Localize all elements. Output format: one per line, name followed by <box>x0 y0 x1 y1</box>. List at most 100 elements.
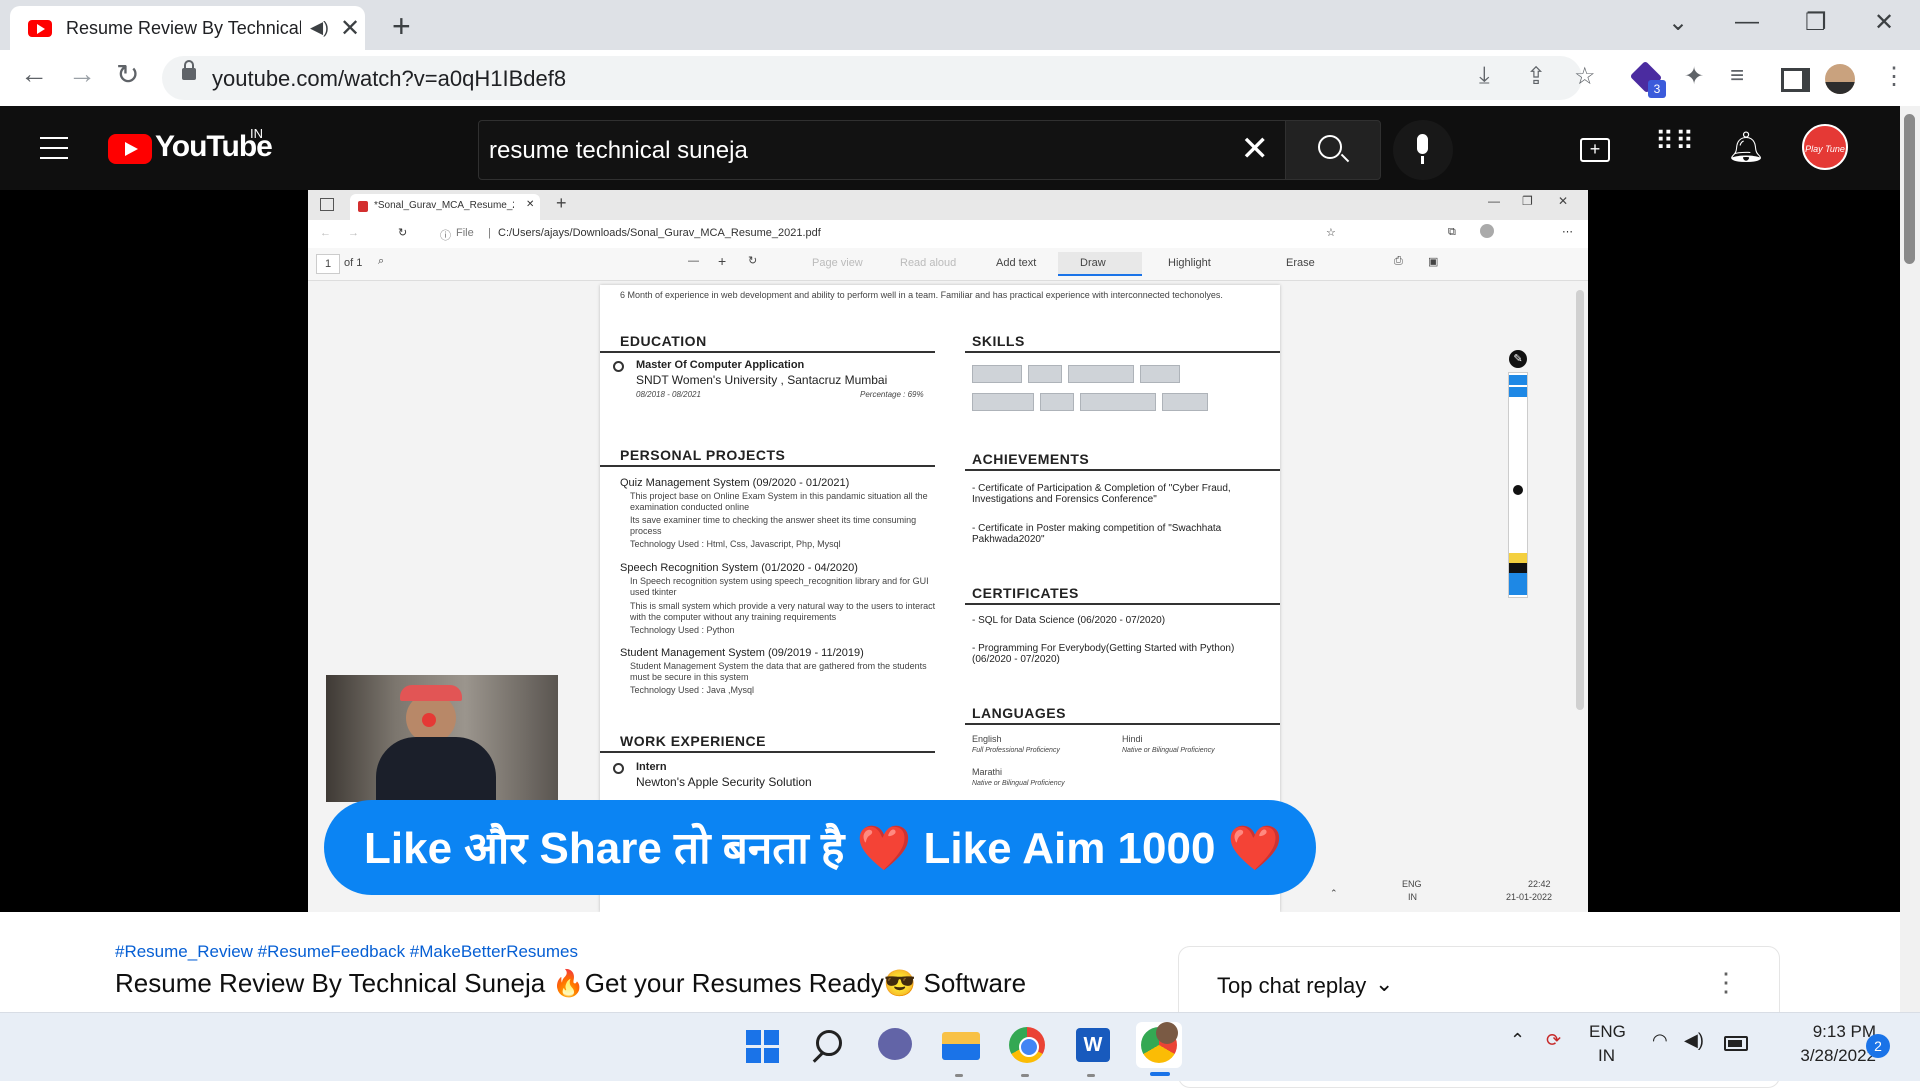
show-hidden-icons-chevron-icon[interactable]: ⌃ <box>1510 1030 1525 1051</box>
url-text: youtube.com/watch?v=a0qH1IBdef8 <box>212 66 567 91</box>
active-app-indicator <box>1150 1072 1170 1076</box>
info-icon: ⓘ <box>440 230 451 242</box>
back-arrow-icon[interactable]: ← <box>20 58 48 90</box>
page-scrollbar[interactable] <box>1900 106 1920 1012</box>
presenter-jacket <box>376 737 496 802</box>
install-app-icon[interactable]: ⤓ <box>1479 62 1490 90</box>
youtube-favicon-icon <box>28 20 52 37</box>
new-tab-icon[interactable]: + <box>392 8 411 45</box>
youtube-logo-icon[interactable] <box>108 134 152 164</box>
languages-heading: LANGUAGES <box>972 705 1066 721</box>
more-options-icon[interactable]: ⋮ <box>1713 967 1739 998</box>
restore-icon[interactable]: ❐ <box>1805 8 1827 37</box>
app-indicator <box>955 1074 963 1077</box>
reload-icon[interactable]: ↻ <box>116 58 139 91</box>
window-close-icon[interactable]: ✕ <box>1874 8 1894 37</box>
notification-badge[interactable]: 2 <box>1866 1034 1890 1058</box>
pen-tool-icon: ✎ <box>1509 350 1527 368</box>
hamburger-menu-icon[interactable] <box>40 137 68 159</box>
skills-heading: SKILLS <box>972 333 1025 349</box>
tab-close-icon[interactable]: ✕ <box>340 14 360 43</box>
voice-search-button[interactable] <box>1393 120 1453 180</box>
pdf-toolbar: 1 of 1 ⌕ — + ↻ Page view Read aloud Add … <box>308 248 1588 281</box>
search-button[interactable] <box>1285 120 1381 180</box>
word-taskbar-icon[interactable]: W <box>1070 1022 1116 1068</box>
draw-tools-panel <box>1508 372 1528 598</box>
video-title: Resume Review By Technical Suneja 🔥Get y… <box>115 968 1027 998</box>
puzzle-extensions-icon[interactable]: ✦ <box>1684 62 1704 91</box>
search-icon <box>1318 135 1342 159</box>
app-indicator <box>1021 1074 1029 1077</box>
work-heading: WORK EXPERIENCE <box>620 733 766 749</box>
user-avatar[interactable]: Play Tune <box>1802 124 1848 170</box>
skill-tag <box>972 393 1034 411</box>
skill-tag <box>1068 365 1134 383</box>
chrome-menu-icon[interactable]: ⋮ <box>1882 62 1906 91</box>
skill-tag <box>1040 393 1074 411</box>
chrome-taskbar-icon[interactable] <box>1004 1022 1050 1068</box>
pdf-icon <box>358 201 368 212</box>
education-heading: EDUCATION <box>620 333 707 349</box>
start-button[interactable] <box>740 1022 786 1068</box>
like-share-banner: Like और Share तो बनता है ❤️ Like Aim 100… <box>324 800 1316 895</box>
bookmark-star-icon[interactable]: ☆ <box>1574 62 1596 91</box>
side-panel-icon[interactable] <box>1781 68 1810 92</box>
wifi-icon[interactable]: ◠ <box>1652 1030 1668 1051</box>
volume-icon[interactable]: ◀) <box>1684 1030 1704 1051</box>
search-query: resume technical suneja <box>489 137 748 164</box>
lock-icon <box>182 60 196 80</box>
teams-chat-icon[interactable] <box>872 1022 918 1068</box>
keyboard-region[interactable]: IN <box>1598 1046 1615 1066</box>
forward-arrow-icon[interactable]: → <box>68 58 96 90</box>
chat-mode-selector[interactable]: Top chat replay <box>1217 973 1366 999</box>
sync-icon[interactable]: ⟳ <box>1546 1030 1561 1051</box>
projects-heading: PERSONAL PROJECTS <box>620 447 786 463</box>
inner-tab-close-icon: ✕ <box>526 199 535 210</box>
tab-search-chevron-icon[interactable]: ⌄ <box>1668 8 1688 37</box>
inner-pdf-tab: *Sonal_Gurav_MCA_Resume_20... ✕ <box>350 194 540 220</box>
share-icon[interactable]: ⇪ <box>1526 62 1546 91</box>
minimize-icon[interactable]: — <box>1735 8 1759 36</box>
address-bar[interactable]: youtube.com/watch?v=a0qH1IBdef8 <box>162 56 1582 100</box>
media-queue-icon[interactable]: ≡ <box>1730 62 1744 90</box>
red-cap <box>400 685 462 701</box>
webcam-overlay <box>326 675 558 802</box>
microphone-icon <box>422 713 436 727</box>
pdf-search-icon: ⌕ <box>378 255 385 267</box>
inner-file-path: C:/Users/ajays/Downloads/Sonal_Gurav_MCA… <box>498 227 821 239</box>
video-hashtags[interactable]: #Resume_Review #ResumeFeedback #MakeBett… <box>115 942 578 962</box>
keyboard-language[interactable]: ENG <box>1589 1022 1626 1042</box>
taskbar-date[interactable]: 3/28/2022 <box>1772 1046 1876 1066</box>
tab-actions-icon <box>320 198 334 211</box>
profile-avatar[interactable] <box>1825 64 1855 94</box>
certificates-heading: CERTIFICATES <box>972 585 1079 601</box>
microphone-icon <box>1417 134 1428 154</box>
tab-title: Resume Review By Technical <box>66 18 301 38</box>
clear-search-icon[interactable]: ✕ <box>1241 129 1270 169</box>
achievements-heading: ACHIEVEMENTS <box>972 451 1090 467</box>
notifications-bell-icon[interactable]: 🔔︎ <box>1727 130 1765 165</box>
skill-tag <box>1162 393 1208 411</box>
skill-tag <box>1028 365 1062 383</box>
chrome-profile-taskbar-icon[interactable] <box>1136 1022 1182 1068</box>
skill-tag <box>972 365 1022 383</box>
skill-tag <box>1140 365 1180 383</box>
app-indicator <box>1087 1074 1095 1077</box>
search-input[interactable]: resume technical suneja ✕ <box>478 120 1286 180</box>
skill-tag <box>1080 393 1156 411</box>
chevron-down-icon[interactable]: ⌄ <box>1375 971 1393 997</box>
browser-tab[interactable]: Resume Review By Technical ◀) ✕ <box>10 6 365 50</box>
battery-icon[interactable] <box>1724 1036 1748 1051</box>
apps-grid-icon[interactable]: ⠿⠿ <box>1655 128 1695 154</box>
taskbar-time[interactable]: 9:13 PM <box>1792 1022 1876 1042</box>
search-taskbar-icon[interactable] <box>806 1022 852 1068</box>
inner-reload-icon: ↻ <box>398 227 408 239</box>
region-code: IN <box>250 126 263 141</box>
inner-address-bar: ← → ↻ ⓘ File | C:/Users/ajays/Downloads/… <box>308 220 1588 249</box>
recorded-taskbar-tray: ⌃ ENG IN 22:42 21-01-2022 <box>1310 874 1588 912</box>
pdf-scrollbar <box>1576 290 1584 710</box>
create-video-icon[interactable]: + <box>1580 138 1610 162</box>
inner-new-tab-icon: + <box>556 193 567 213</box>
file-explorer-icon[interactable] <box>938 1022 984 1068</box>
speaker-icon[interactable]: ◀) <box>310 18 329 38</box>
